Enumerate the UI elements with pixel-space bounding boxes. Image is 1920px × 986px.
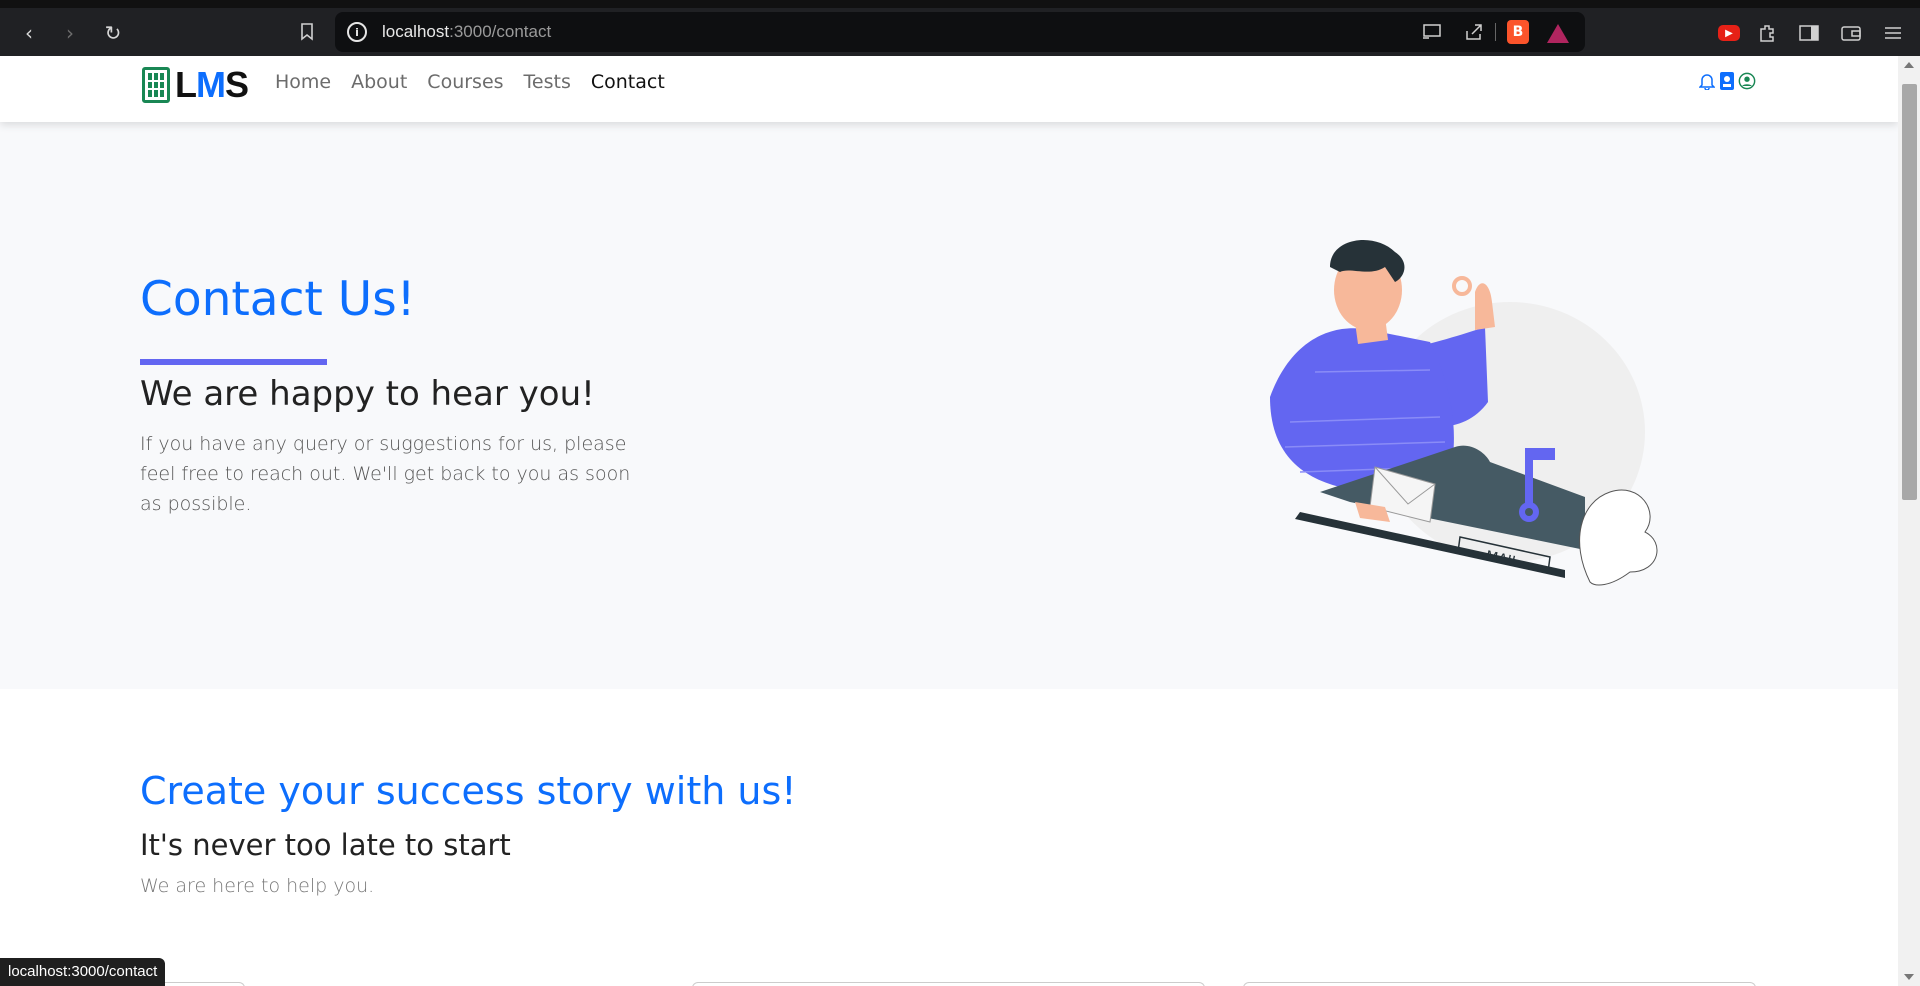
browser-toolbar: ‹ › ↻ i localhost:3000/contact B ▶ (0, 0, 1920, 56)
page-viewport: LMS Home About Courses Tests Contact Con… (0, 56, 1898, 986)
nav-link-courses[interactable]: Courses (427, 71, 503, 93)
hero-title: Contact Us! (140, 272, 416, 327)
back-icon[interactable]: ‹ (14, 18, 44, 48)
youtube-icon[interactable]: ▶ (1718, 25, 1740, 41)
building-icon (142, 67, 170, 103)
info-icon[interactable]: i (347, 22, 367, 42)
menu-icon[interactable] (1880, 20, 1906, 46)
extensions-icon[interactable] (1755, 20, 1781, 46)
hero-body: If you have any query or suggestions for… (140, 433, 631, 515)
cast-icon[interactable] (1419, 19, 1445, 45)
scroll-down-arrow[interactable] (1904, 974, 1914, 980)
id-card-icon[interactable] (1718, 70, 1736, 92)
site-navbar: LMS Home About Courses Tests Contact (0, 56, 1898, 122)
address-bar[interactable]: i localhost:3000/contact B (335, 12, 1585, 52)
scroll-up-arrow[interactable] (1904, 62, 1914, 68)
card-top-edge (692, 982, 1205, 986)
page-scrollbar[interactable] (1898, 56, 1920, 986)
nav-icons (1698, 70, 1756, 92)
status-url-bubble: localhost:3000/contact (0, 958, 166, 986)
success-subtitle: It's never too late to start (140, 828, 511, 862)
reload-icon[interactable]: ↻ (98, 18, 128, 48)
brand-text: LMS (175, 64, 249, 105)
nav-link-tests[interactable]: Tests (524, 71, 571, 93)
brave-shield-icon[interactable]: B (1507, 20, 1529, 44)
contact-hero: Contact Us! We are happy to hear you! If… (0, 122, 1898, 689)
bookmark-icon[interactable] (294, 19, 320, 45)
success-body: We are here to help you. (140, 875, 375, 897)
brand-logo[interactable]: LMS (142, 64, 249, 106)
title-underline (140, 359, 327, 365)
nav-link-home[interactable]: Home (275, 71, 331, 93)
brave-rewards-icon[interactable] (1545, 20, 1571, 46)
forward-icon[interactable]: › (55, 18, 85, 48)
sidebar-icon[interactable] (1796, 20, 1822, 46)
mailbox-illustration: MAIL (1270, 240, 1658, 586)
divider (1495, 23, 1496, 41)
url-text[interactable]: localhost:3000/contact (382, 22, 551, 42)
nav-link-about[interactable]: About (351, 71, 407, 93)
hero-subtitle: We are happy to hear you! (140, 374, 595, 414)
scroll-thumb[interactable] (1902, 84, 1917, 500)
wallet-icon[interactable] (1838, 20, 1864, 46)
card-top-edge (1243, 982, 1756, 986)
user-circle-icon[interactable] (1738, 70, 1756, 92)
bell-icon[interactable] (1698, 70, 1716, 92)
success-title: Create your success story with us! (140, 769, 797, 813)
nav-link-contact[interactable]: Contact (591, 71, 665, 93)
share-icon[interactable] (1461, 19, 1487, 45)
nav-links: Home About Courses Tests Contact (275, 71, 685, 93)
